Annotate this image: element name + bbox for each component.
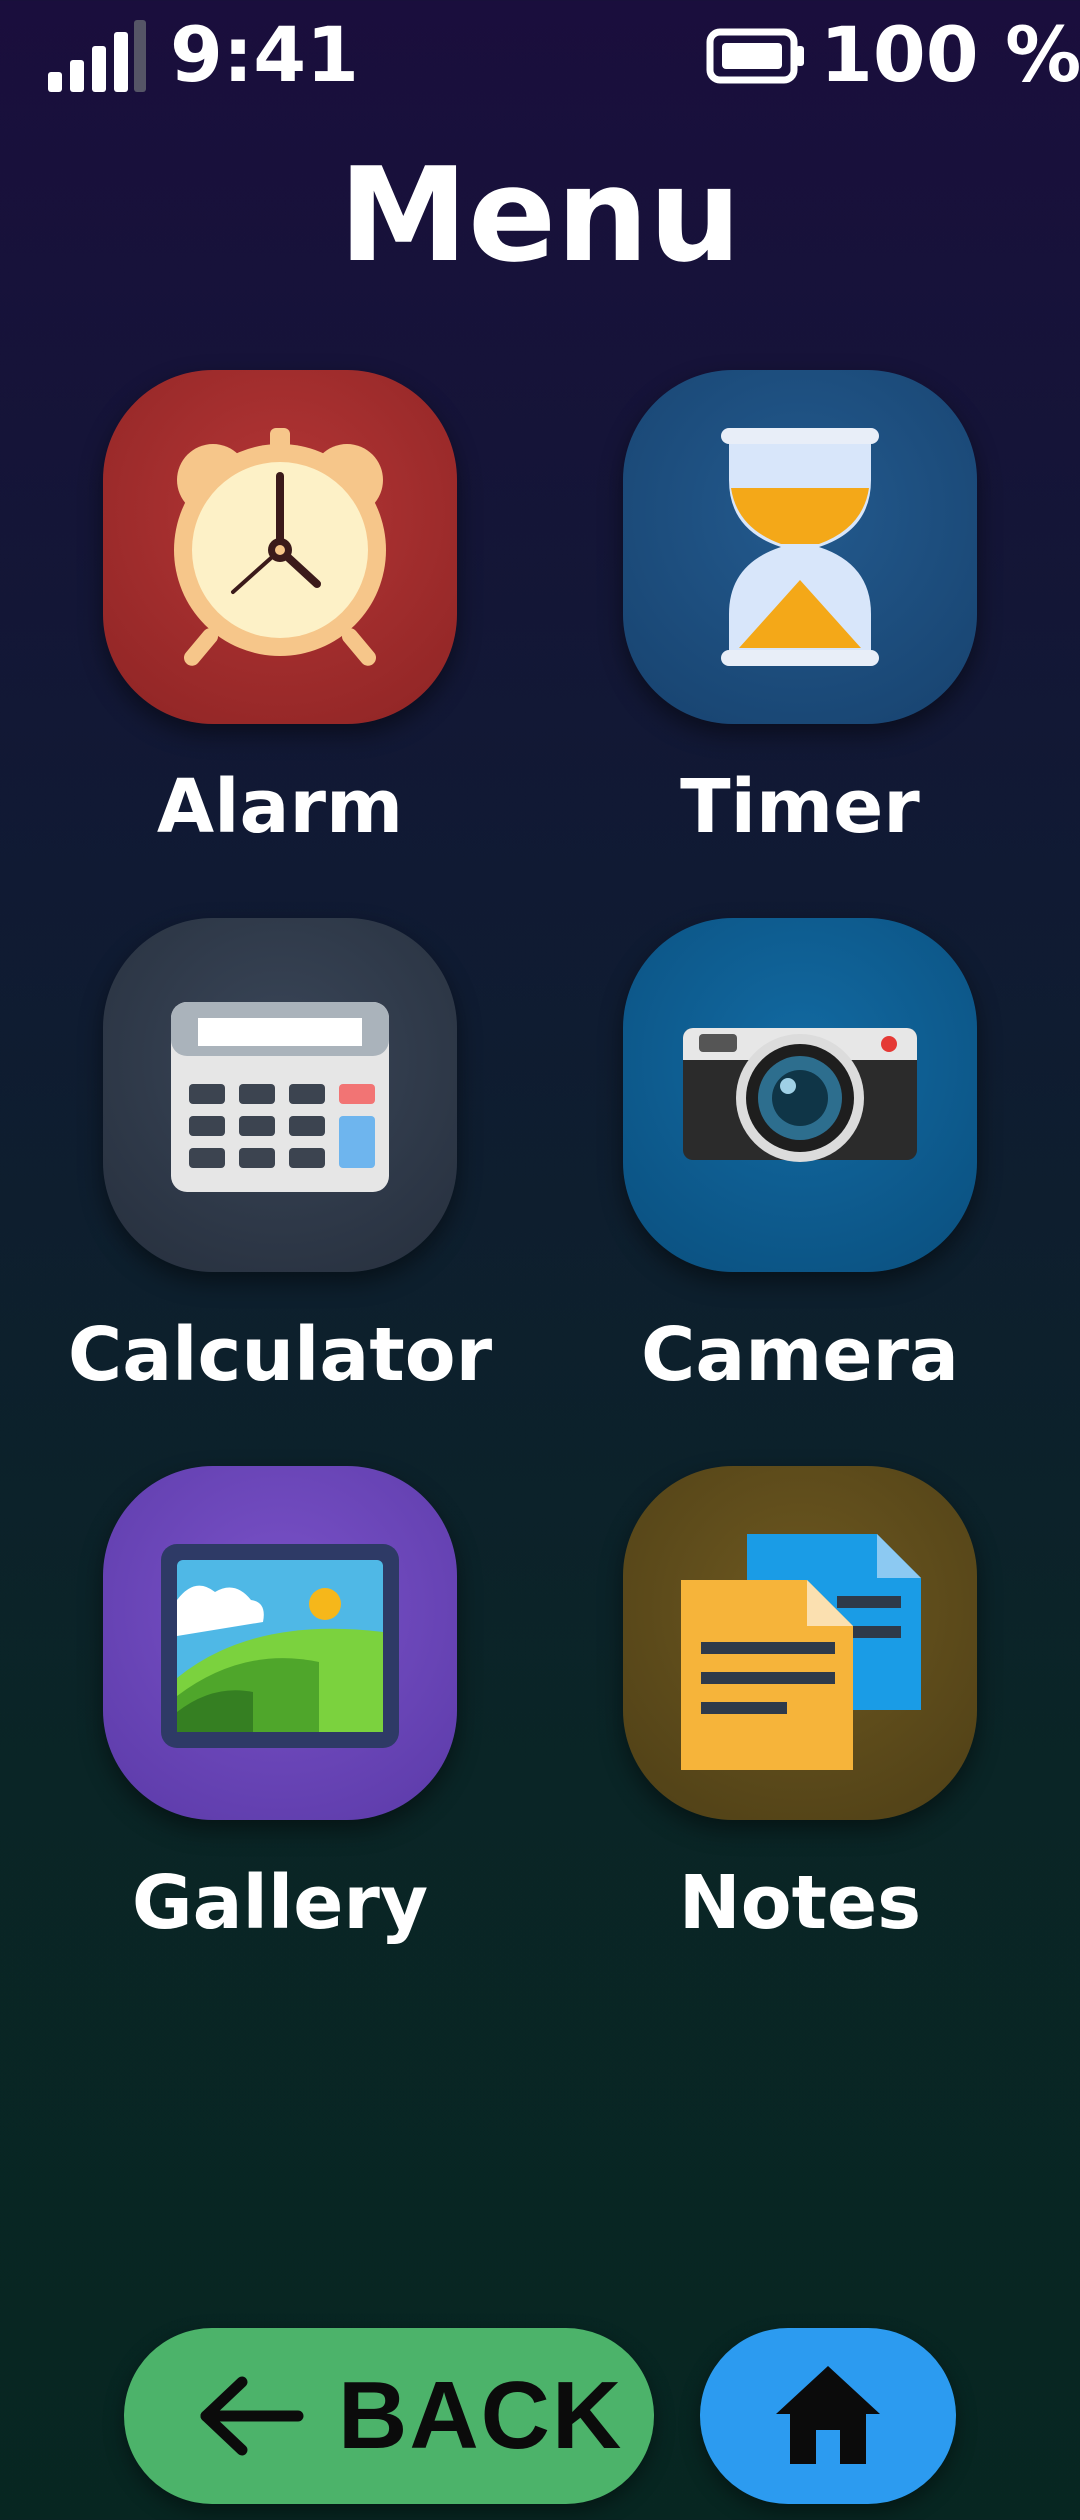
app-label: Calculator — [67, 1312, 493, 1398]
app-label: Alarm — [156, 764, 404, 850]
app-tile-camera[interactable]: Camera — [540, 918, 1060, 1438]
notes-icon — [623, 1466, 977, 1820]
hourglass-icon — [623, 370, 977, 724]
app-label: Gallery — [131, 1860, 429, 1946]
app-tile-notes[interactable]: Notes — [540, 1466, 1060, 1986]
app-label: Camera — [641, 1312, 959, 1398]
home-button[interactable] — [700, 2328, 956, 2504]
battery-full-icon — [706, 28, 804, 84]
calculator-icon — [103, 918, 457, 1272]
page-title: Menu — [338, 139, 742, 291]
picture-icon — [103, 1466, 457, 1820]
app-tile-calculator[interactable]: Calculator — [20, 918, 540, 1438]
app-label: Timer — [680, 764, 920, 850]
alarm-clock-icon — [103, 370, 457, 724]
status-bar: 9:41 100 % — [0, 0, 1080, 110]
arrow-left-icon — [200, 2376, 304, 2456]
camera-icon — [623, 918, 977, 1272]
signal-bars-icon — [48, 20, 146, 92]
back-button[interactable]: BACK — [124, 2328, 654, 2504]
app-tile-alarm[interactable]: Alarm — [20, 370, 540, 890]
back-button-label: BACK — [338, 2362, 624, 2469]
app-tile-timer[interactable]: Timer — [540, 370, 1060, 890]
home-icon — [776, 2366, 880, 2464]
battery-percentage: 100 % — [820, 10, 1080, 99]
app-label: Notes — [678, 1860, 922, 1946]
app-tile-gallery[interactable]: Gallery — [20, 1466, 540, 1986]
status-time: 9:41 — [170, 10, 360, 99]
